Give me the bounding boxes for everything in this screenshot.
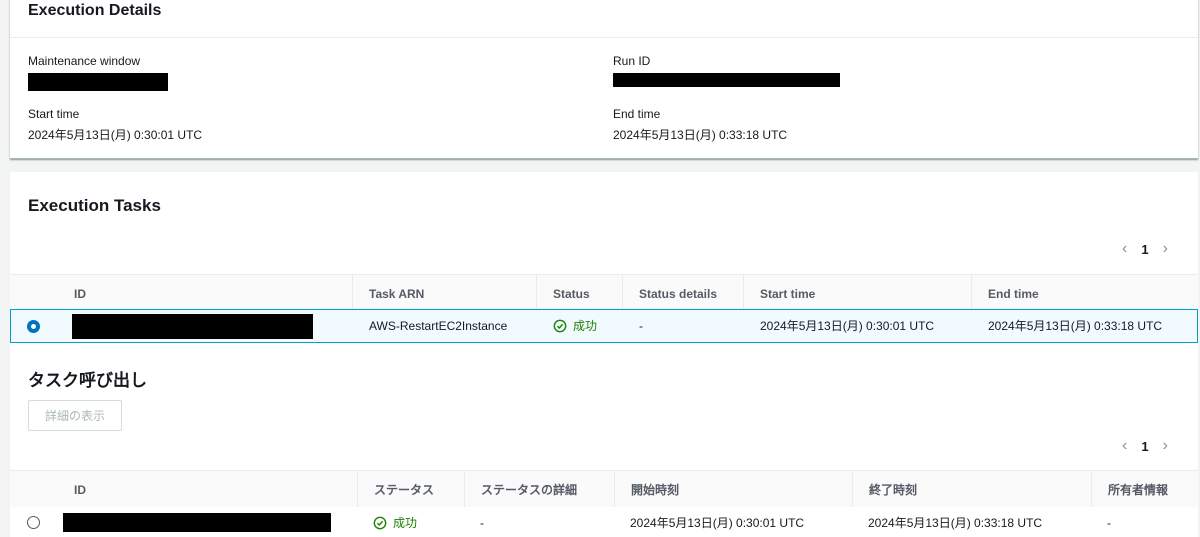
status-details-cell: -: [639, 319, 643, 333]
run-id-field: Run ID: [613, 54, 840, 87]
start-time-cell: 2024年5月13日(月) 0:30:01 UTC: [760, 319, 935, 333]
invocations-table-header: ID ステータス ステータスの詳細 開始時刻 終了時刻 所有者情報: [10, 470, 1198, 509]
check-circle-icon: [373, 516, 387, 530]
inv-end-time-cell: 2024年5月13日(月) 0:33:18 UTC: [868, 516, 1043, 530]
col-task-arn[interactable]: Task ARN: [352, 275, 536, 313]
inv-col-id[interactable]: ID: [58, 471, 357, 509]
task-arn-cell: AWS-RestartEC2Instance: [369, 319, 508, 333]
table-row[interactable]: 成功 - 2024年5月13日(月) 0:30:01 UTC 2024年5月13…: [10, 507, 1198, 537]
start-time-value: 2024年5月13日(月) 0:30:01 UTC: [28, 128, 203, 142]
task-id-redacted: [72, 314, 313, 339]
chevron-right-icon[interactable]: ›: [1163, 240, 1168, 258]
chevron-left-icon[interactable]: ‹: [1122, 240, 1127, 258]
col-end-time[interactable]: End time: [971, 275, 1198, 313]
tasks-table-header: ID Task ARN Status Status details Start …: [10, 274, 1198, 313]
execution-tasks-panel: Execution Tasks ‹ 1 › ID Task ARN Status…: [10, 172, 1198, 537]
tasks-page-number[interactable]: 1: [1141, 242, 1148, 257]
inv-owner-info-cell: -: [1107, 516, 1111, 530]
col-id[interactable]: ID: [58, 275, 352, 313]
invocation-id-redacted: [63, 513, 331, 532]
execution-details-header: Execution Details: [10, 0, 1198, 38]
start-time-label: Start time: [28, 107, 80, 121]
run-id-redacted: [613, 73, 840, 87]
maintenance-window-field: Maintenance window: [28, 54, 168, 91]
execution-tasks-title: Execution Tasks: [28, 196, 161, 215]
status-cell: 成功: [537, 310, 597, 342]
tasks-pagination: ‹ 1 ›: [1122, 240, 1168, 258]
invocations-pagination: ‹ 1 ›: [1122, 437, 1168, 455]
col-status[interactable]: Status: [536, 275, 622, 313]
end-time-cell: 2024年5月13日(月) 0:33:18 UTC: [988, 319, 1163, 333]
invocations-title: タスク呼び出し: [28, 371, 147, 390]
end-time-label: End time: [613, 107, 661, 121]
chevron-right-icon[interactable]: ›: [1163, 437, 1168, 455]
inv-status-details-cell: -: [480, 516, 484, 530]
inv-col-status[interactable]: ステータス: [357, 471, 464, 509]
chevron-left-icon[interactable]: ‹: [1122, 437, 1127, 455]
execution-details-title: Execution Details: [28, 2, 162, 19]
row-select-radio[interactable]: [27, 516, 40, 529]
check-circle-icon: [553, 319, 567, 333]
maintenance-window-label: Maintenance window: [28, 54, 141, 68]
maintenance-window-redacted: [28, 73, 168, 91]
col-status-details[interactable]: Status details: [622, 275, 743, 313]
table-row[interactable]: AWS-RestartEC2Instance 成功 - 2024年5月13日(月…: [10, 309, 1198, 343]
col-start-time[interactable]: Start time: [743, 275, 971, 313]
inv-start-time-cell: 2024年5月13日(月) 0:30:01 UTC: [630, 516, 805, 530]
end-time-field: End time 2024年5月13日(月) 0:33:18 UTC: [613, 107, 787, 143]
inv-col-start-time[interactable]: 開始時刻: [614, 471, 852, 509]
execution-details-panel: Execution Details Maintenance window Run…: [10, 0, 1198, 159]
end-time-value: 2024年5月13日(月) 0:33:18 UTC: [613, 128, 788, 142]
inv-status-cell: 成功: [357, 507, 417, 537]
row-select-radio[interactable]: [27, 320, 40, 333]
run-id-label: Run ID: [613, 54, 651, 68]
status-text: 成功: [573, 319, 598, 333]
inv-col-end-time[interactable]: 終了時刻: [852, 471, 1091, 509]
inv-col-status-details[interactable]: ステータスの詳細: [464, 471, 614, 509]
start-time-field: Start time 2024年5月13日(月) 0:30:01 UTC: [28, 107, 202, 143]
view-details-button[interactable]: 詳細の表示: [28, 400, 123, 431]
invocations-page-number[interactable]: 1: [1141, 439, 1148, 454]
inv-col-owner-info[interactable]: 所有者情報: [1091, 471, 1198, 509]
inv-status-text: 成功: [393, 516, 418, 530]
